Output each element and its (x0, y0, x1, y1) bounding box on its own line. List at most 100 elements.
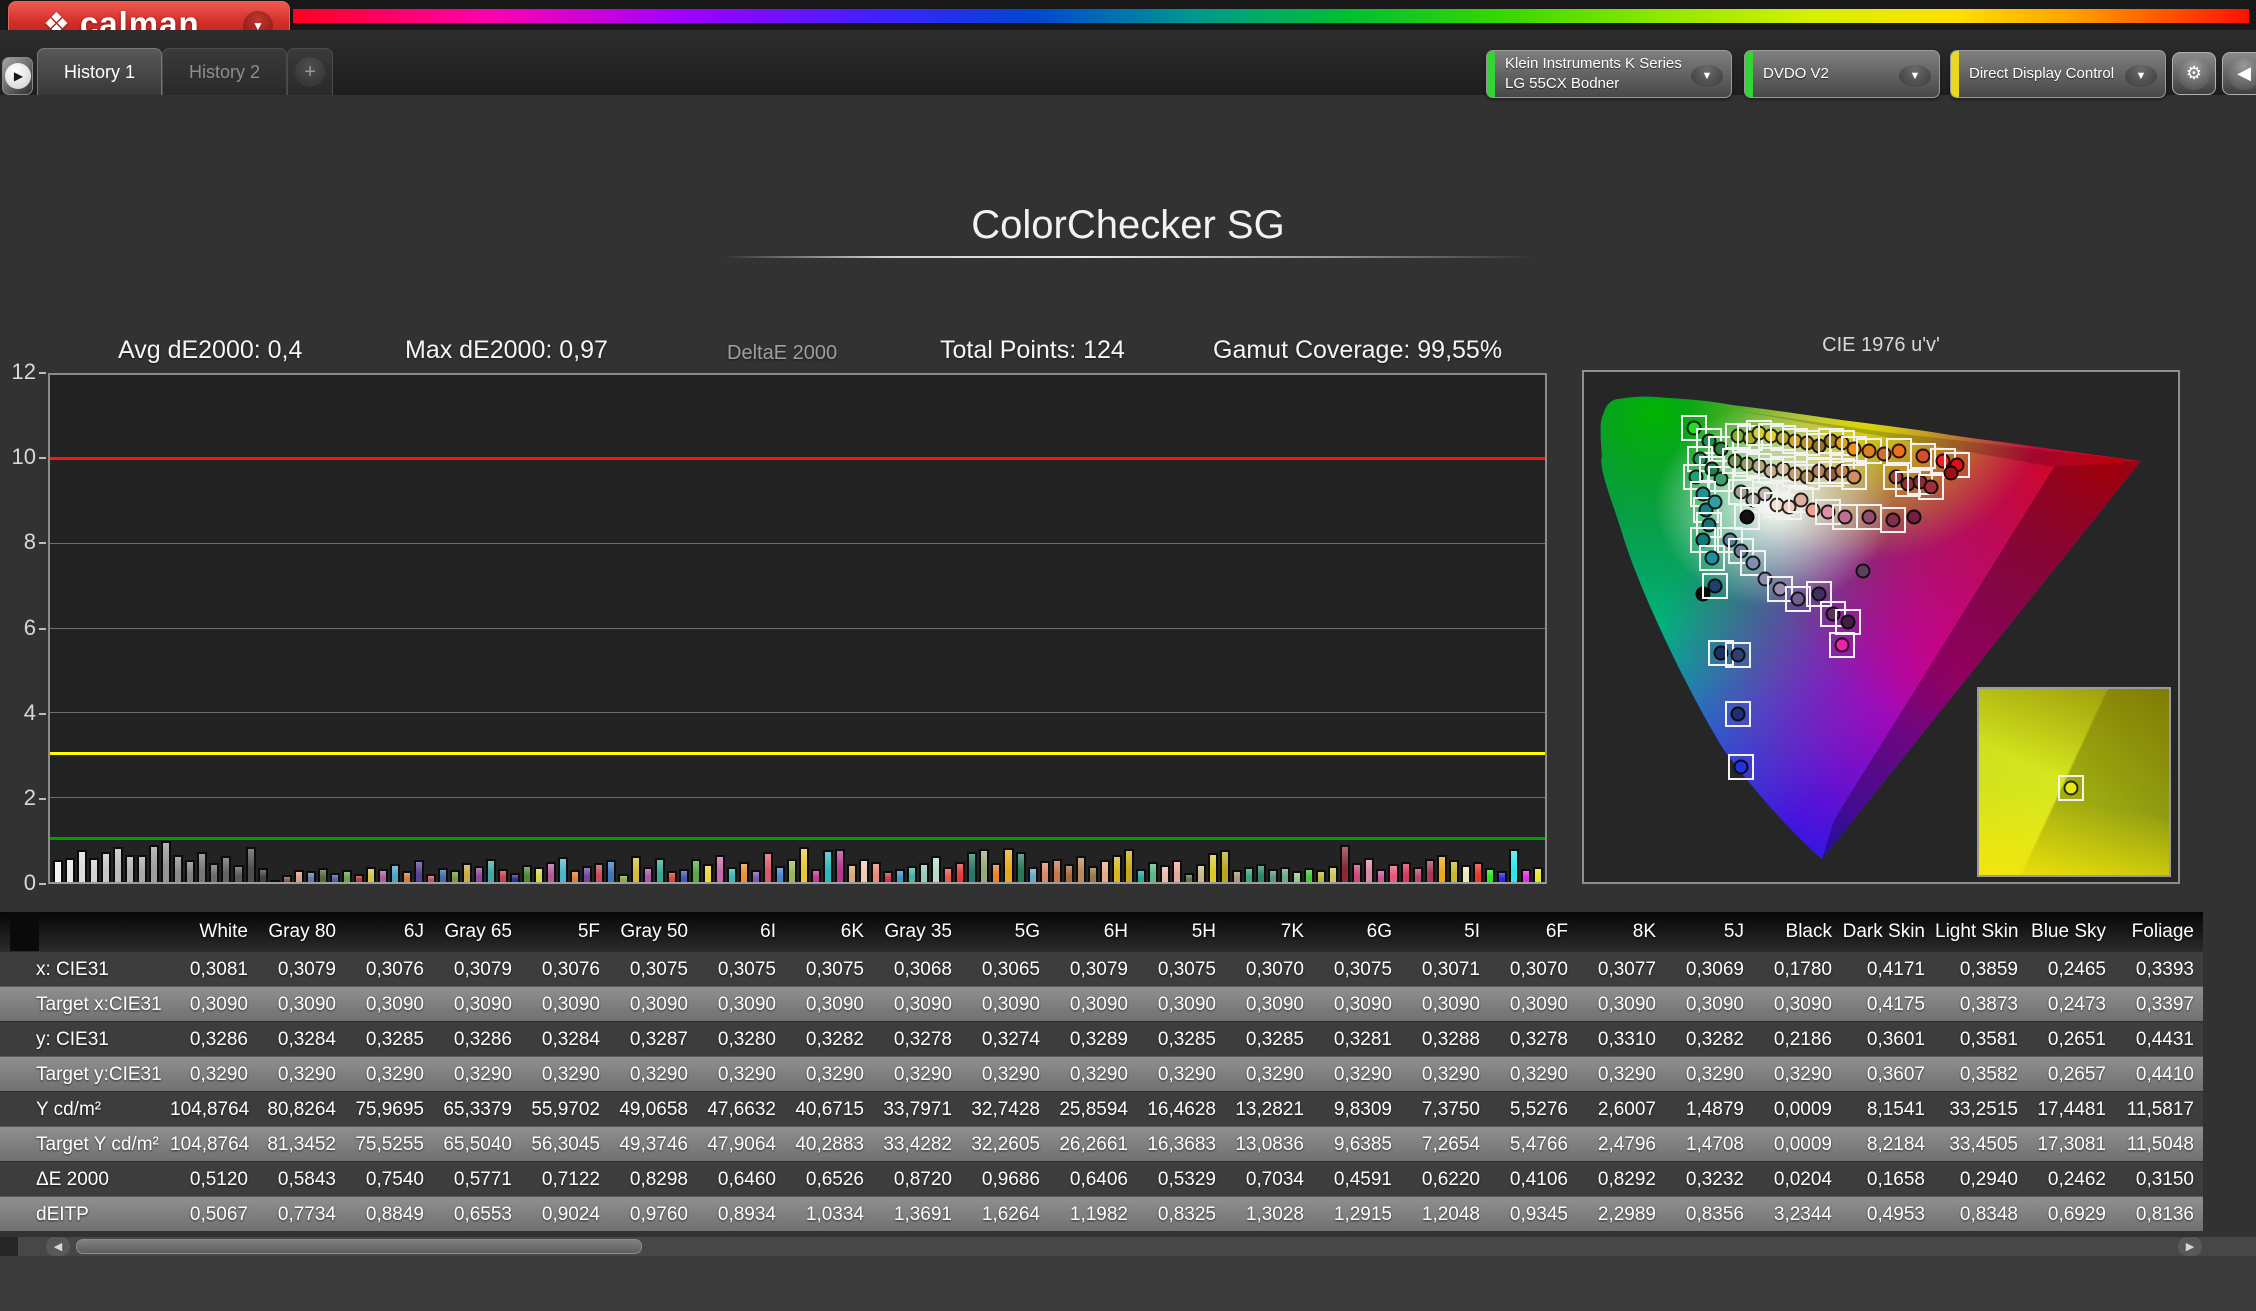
chevron-down-icon[interactable]: ▼ (1691, 65, 1723, 87)
table-cell: 0,3232 (1666, 1162, 1754, 1196)
column-header: White (170, 912, 258, 951)
table-cell: 7,3750 (1402, 1092, 1490, 1126)
device-dropdown-display[interactable]: Direct Display Control ▼ (1950, 50, 2166, 98)
row-label: Target y:CIE31 (0, 1057, 170, 1091)
table-row: Y cd/m²104,876480,826475,969565,337955,9… (0, 1091, 2203, 1126)
de2000-bar (342, 870, 352, 882)
de2000-bar (209, 863, 219, 882)
table-cell: 0,3290 (1490, 1057, 1578, 1091)
table-cell: 0,6929 (2028, 1197, 2116, 1231)
y-tick-mark (39, 713, 46, 715)
column-header: Foliage (2116, 912, 2203, 951)
de2000-bar (1340, 845, 1350, 882)
de2000-bar (667, 871, 677, 882)
table-cell: 33,2515 (1935, 1092, 2028, 1126)
cie-measured-point (1731, 648, 1746, 663)
table-cell: 0,3290 (1050, 1057, 1138, 1091)
y-tick-label: 6 (24, 615, 36, 641)
table-cell: 0,3090 (1402, 987, 1490, 1021)
table-row: Target x:CIE310,30900,30900,30900,30900,… (0, 986, 2203, 1021)
y-tick-label: 10 (12, 444, 36, 470)
table-cell: 0,3310 (1578, 1022, 1666, 1056)
cie-measured-point (1906, 510, 1921, 525)
table-cell: 104,8764 (170, 1092, 258, 1126)
table-cell: 0,3075 (786, 952, 874, 986)
column-header: 6F (1490, 912, 1578, 951)
de2000-bar (149, 845, 159, 882)
scroll-right-button[interactable]: ▶ (2178, 1237, 2202, 1256)
de2000-bar (1256, 864, 1266, 882)
bars-container (53, 375, 1542, 882)
tab-history-2[interactable]: History 2 (162, 48, 287, 95)
de2000-bar (1160, 865, 1170, 882)
de2000-bar (835, 849, 845, 882)
cie-measured-point (1811, 586, 1826, 601)
tab-history-1[interactable]: History 1 (37, 48, 162, 95)
cie-measured-point (1746, 556, 1761, 571)
de2000-bar (137, 855, 147, 882)
table-cell: 56,3045 (522, 1127, 610, 1161)
bar-chart-y-axis: 024681012 (0, 373, 46, 884)
de2000-bar (859, 859, 869, 882)
table-cell: 0,3290 (610, 1057, 698, 1091)
table-cell: 13,2821 (1226, 1092, 1314, 1126)
table-cell: 0,8136 (2116, 1197, 2203, 1231)
table-cell: 0,3607 (1842, 1057, 1935, 1091)
row-label: x: CIE31 (0, 952, 170, 986)
column-header: Dark Skin (1842, 912, 1935, 951)
de2000-bar (1497, 871, 1507, 882)
device-dropdown-pattern[interactable]: DVDO V2 ▼ (1744, 50, 1940, 98)
table-cell: 47,9064 (698, 1127, 786, 1161)
de2000-bar (883, 871, 893, 882)
de2000-bar (1449, 860, 1459, 882)
table-cell: 0,3289 (1050, 1022, 1138, 1056)
collapse-panel-button[interactable]: ◀ (2222, 52, 2256, 95)
de2000-bar (390, 864, 400, 882)
table-cell: 0,3079 (258, 952, 346, 986)
de2000-bar (1292, 871, 1302, 882)
reference-line (50, 837, 1545, 840)
de2000-bar (1533, 867, 1543, 882)
de2000-bar (1485, 868, 1495, 882)
table-cell: 0,8292 (1578, 1162, 1666, 1196)
table-row: dEITP0,50670,77340,88490,65530,90240,976… (0, 1196, 2203, 1231)
table-cell: 0,8849 (346, 1197, 434, 1231)
settings-button[interactable]: ⚙ (2172, 52, 2216, 95)
de2000-bar (763, 852, 773, 882)
de2000-bar (1461, 865, 1471, 882)
de2000-bar (1136, 869, 1146, 882)
de2000-bar (161, 841, 171, 882)
cie-inset-zoom (1977, 687, 2171, 877)
de2000-bar (414, 860, 424, 882)
device-dropdown-meter[interactable]: Klein Instruments K Series LG 55CX Bodne… (1486, 50, 1732, 98)
table-row: ΔE 20000,51200,58430,75400,57710,71220,8… (0, 1161, 2203, 1196)
chevron-down-icon[interactable]: ▼ (2125, 65, 2157, 87)
chevron-down-icon[interactable]: ▼ (1899, 65, 1931, 87)
table-cell: 17,3081 (2028, 1127, 2116, 1161)
table-cell: 0,4591 (1314, 1162, 1402, 1196)
table-cell: 0,4175 (1842, 987, 1935, 1021)
table-cell: 0,3286 (434, 1022, 522, 1056)
table-cell: 0,3290 (170, 1057, 258, 1091)
table-cell: 2,2989 (1578, 1197, 1666, 1231)
table-cell: 0,3075 (698, 952, 786, 986)
table-cell: 75,9695 (346, 1092, 434, 1126)
table-cell: 33,4282 (874, 1127, 962, 1161)
scroll-left-button[interactable]: ◀ (46, 1237, 70, 1256)
de2000-bar (185, 860, 195, 882)
table-cell: 47,6632 (698, 1092, 786, 1126)
gridline (50, 712, 1545, 713)
table-cell: 5,4766 (1490, 1127, 1578, 1161)
cie-measured-point (1924, 479, 1939, 494)
add-tab-button[interactable]: + (287, 48, 333, 95)
gear-icon: ⚙ (2178, 58, 2210, 90)
scrollbar-thumb[interactable] (76, 1239, 642, 1254)
de2000-bar (1040, 861, 1050, 882)
table-cell: 0,3290 (1314, 1057, 1402, 1091)
table-cell: 0,3071 (1402, 952, 1490, 986)
table-cell: 0,3090 (1050, 987, 1138, 1021)
de2000-bar (727, 867, 737, 882)
status-stripe (1951, 51, 1959, 97)
workflow-advance-button[interactable]: ▶ (2, 57, 33, 95)
de2000-bar (1052, 859, 1062, 882)
